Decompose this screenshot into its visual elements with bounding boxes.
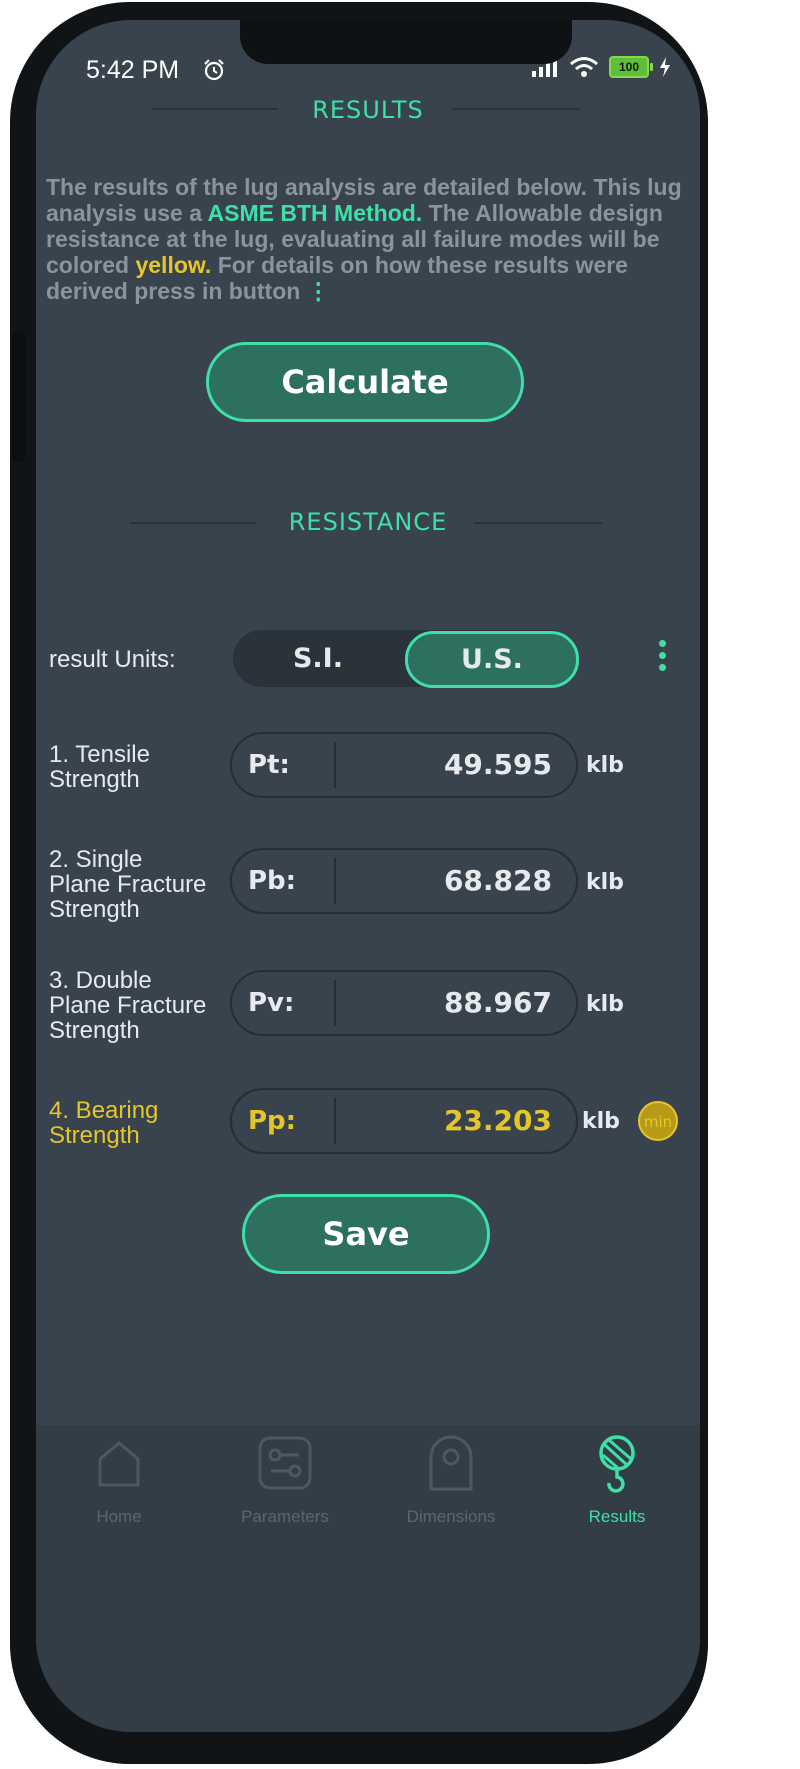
wifi-icon (570, 57, 598, 77)
field-separator (334, 742, 336, 788)
calculate-button[interactable]: Calculate (206, 342, 524, 422)
alarm-icon (204, 59, 224, 81)
row-label-line: Plane Fracture (49, 992, 207, 1019)
nav-label-results: Results (588, 1507, 646, 1526)
side-button (12, 332, 26, 462)
nav-item-results[interactable]: Results (534, 1435, 700, 1526)
tensile-strength-field: Pt: 49.595 (230, 732, 578, 798)
field-value: 23.203 (443, 1104, 552, 1137)
min-badge: min (638, 1101, 678, 1141)
unit-label: klb (586, 753, 624, 778)
unit-option-si[interactable]: S.I. (233, 630, 403, 687)
results-title: RESULTS (312, 96, 424, 124)
phone-frame: 5:42 PM 100 RESULTS The results of the l… (10, 2, 708, 1764)
row-label-line: Plane Fracture (49, 871, 207, 898)
bearing-strength-label: 4. Bearing Strength (49, 1098, 158, 1148)
tensile-strength-label: 1. Tensile Strength (49, 742, 150, 792)
desc-method: ASME BTH Method. (207, 200, 423, 226)
row-label-line: 2. Single (49, 846, 143, 873)
desc-color: yellow. (135, 252, 212, 278)
nav-item-dimensions[interactable]: Dimensions (368, 1435, 534, 1526)
field-separator (334, 980, 336, 1026)
unit-label: klb (586, 870, 624, 895)
save-button[interactable]: Save (242, 1194, 490, 1274)
nav-label-dimensions: Dimensions (406, 1507, 496, 1526)
field-value: 88.967 (443, 986, 552, 1019)
results-description: The results of the lug analysis are deta… (46, 174, 686, 304)
row-label-line: Strength (49, 766, 140, 793)
units-label: result Units: (49, 646, 176, 673)
crane-hook-icon (599, 1435, 635, 1493)
status-time: 5:42 PM (86, 56, 180, 84)
field-symbol: Pb: (248, 866, 297, 896)
double-plane-fracture-field: Pv: 88.967 (230, 970, 578, 1036)
sliders-icon (258, 1436, 312, 1490)
divider-right (474, 522, 602, 524)
unit-label: klb (582, 1109, 620, 1134)
field-symbol: Pv: (248, 988, 295, 1018)
notch (240, 20, 572, 64)
unit-toggle[interactable]: S.I. U.S. (233, 630, 579, 688)
row-label-line: Strength (49, 1122, 140, 1149)
divider-right (452, 108, 580, 110)
unit-option-us[interactable]: U.S. (405, 631, 579, 688)
row-label-line: 1. Tensile (49, 741, 150, 768)
field-separator (334, 1098, 336, 1144)
single-plane-fracture-label: 2. Single Plane Fracture Strength (49, 847, 206, 922)
row-label-line: Strength (49, 896, 140, 923)
nav-item-parameters[interactable]: Parameters (202, 1435, 368, 1526)
details-dots-icon[interactable]: ⋮ (307, 278, 330, 304)
unit-label: klb (586, 992, 624, 1017)
single-plane-fracture-field: Pb: 68.828 (230, 848, 578, 914)
app-screen: 5:42 PM 100 RESULTS The results of the l… (36, 20, 700, 1732)
nav-label-parameters: Parameters (241, 1507, 329, 1526)
field-value: 68.828 (443, 864, 552, 897)
field-symbol: Pt: (248, 750, 290, 780)
row-label-line: Strength (49, 1017, 140, 1044)
nav-item-home[interactable]: Home (36, 1435, 202, 1526)
double-plane-fracture-label: 3. Double Plane Fracture Strength (49, 968, 206, 1043)
lug-icon (429, 1435, 473, 1491)
field-separator (334, 858, 336, 904)
row-label-line: 4. Bearing (49, 1097, 159, 1124)
row-label-line: 3. Double (49, 967, 152, 994)
battery-icon: 100 (609, 56, 653, 78)
field-symbol: Pp: (248, 1106, 297, 1136)
home-icon (98, 1441, 140, 1487)
nav-label-home: Home (96, 1507, 142, 1526)
charging-icon (660, 57, 670, 77)
bearing-strength-field: Pp: 23.203 (230, 1088, 578, 1154)
field-value: 49.595 (443, 748, 552, 781)
more-options-icon[interactable] (652, 640, 672, 676)
